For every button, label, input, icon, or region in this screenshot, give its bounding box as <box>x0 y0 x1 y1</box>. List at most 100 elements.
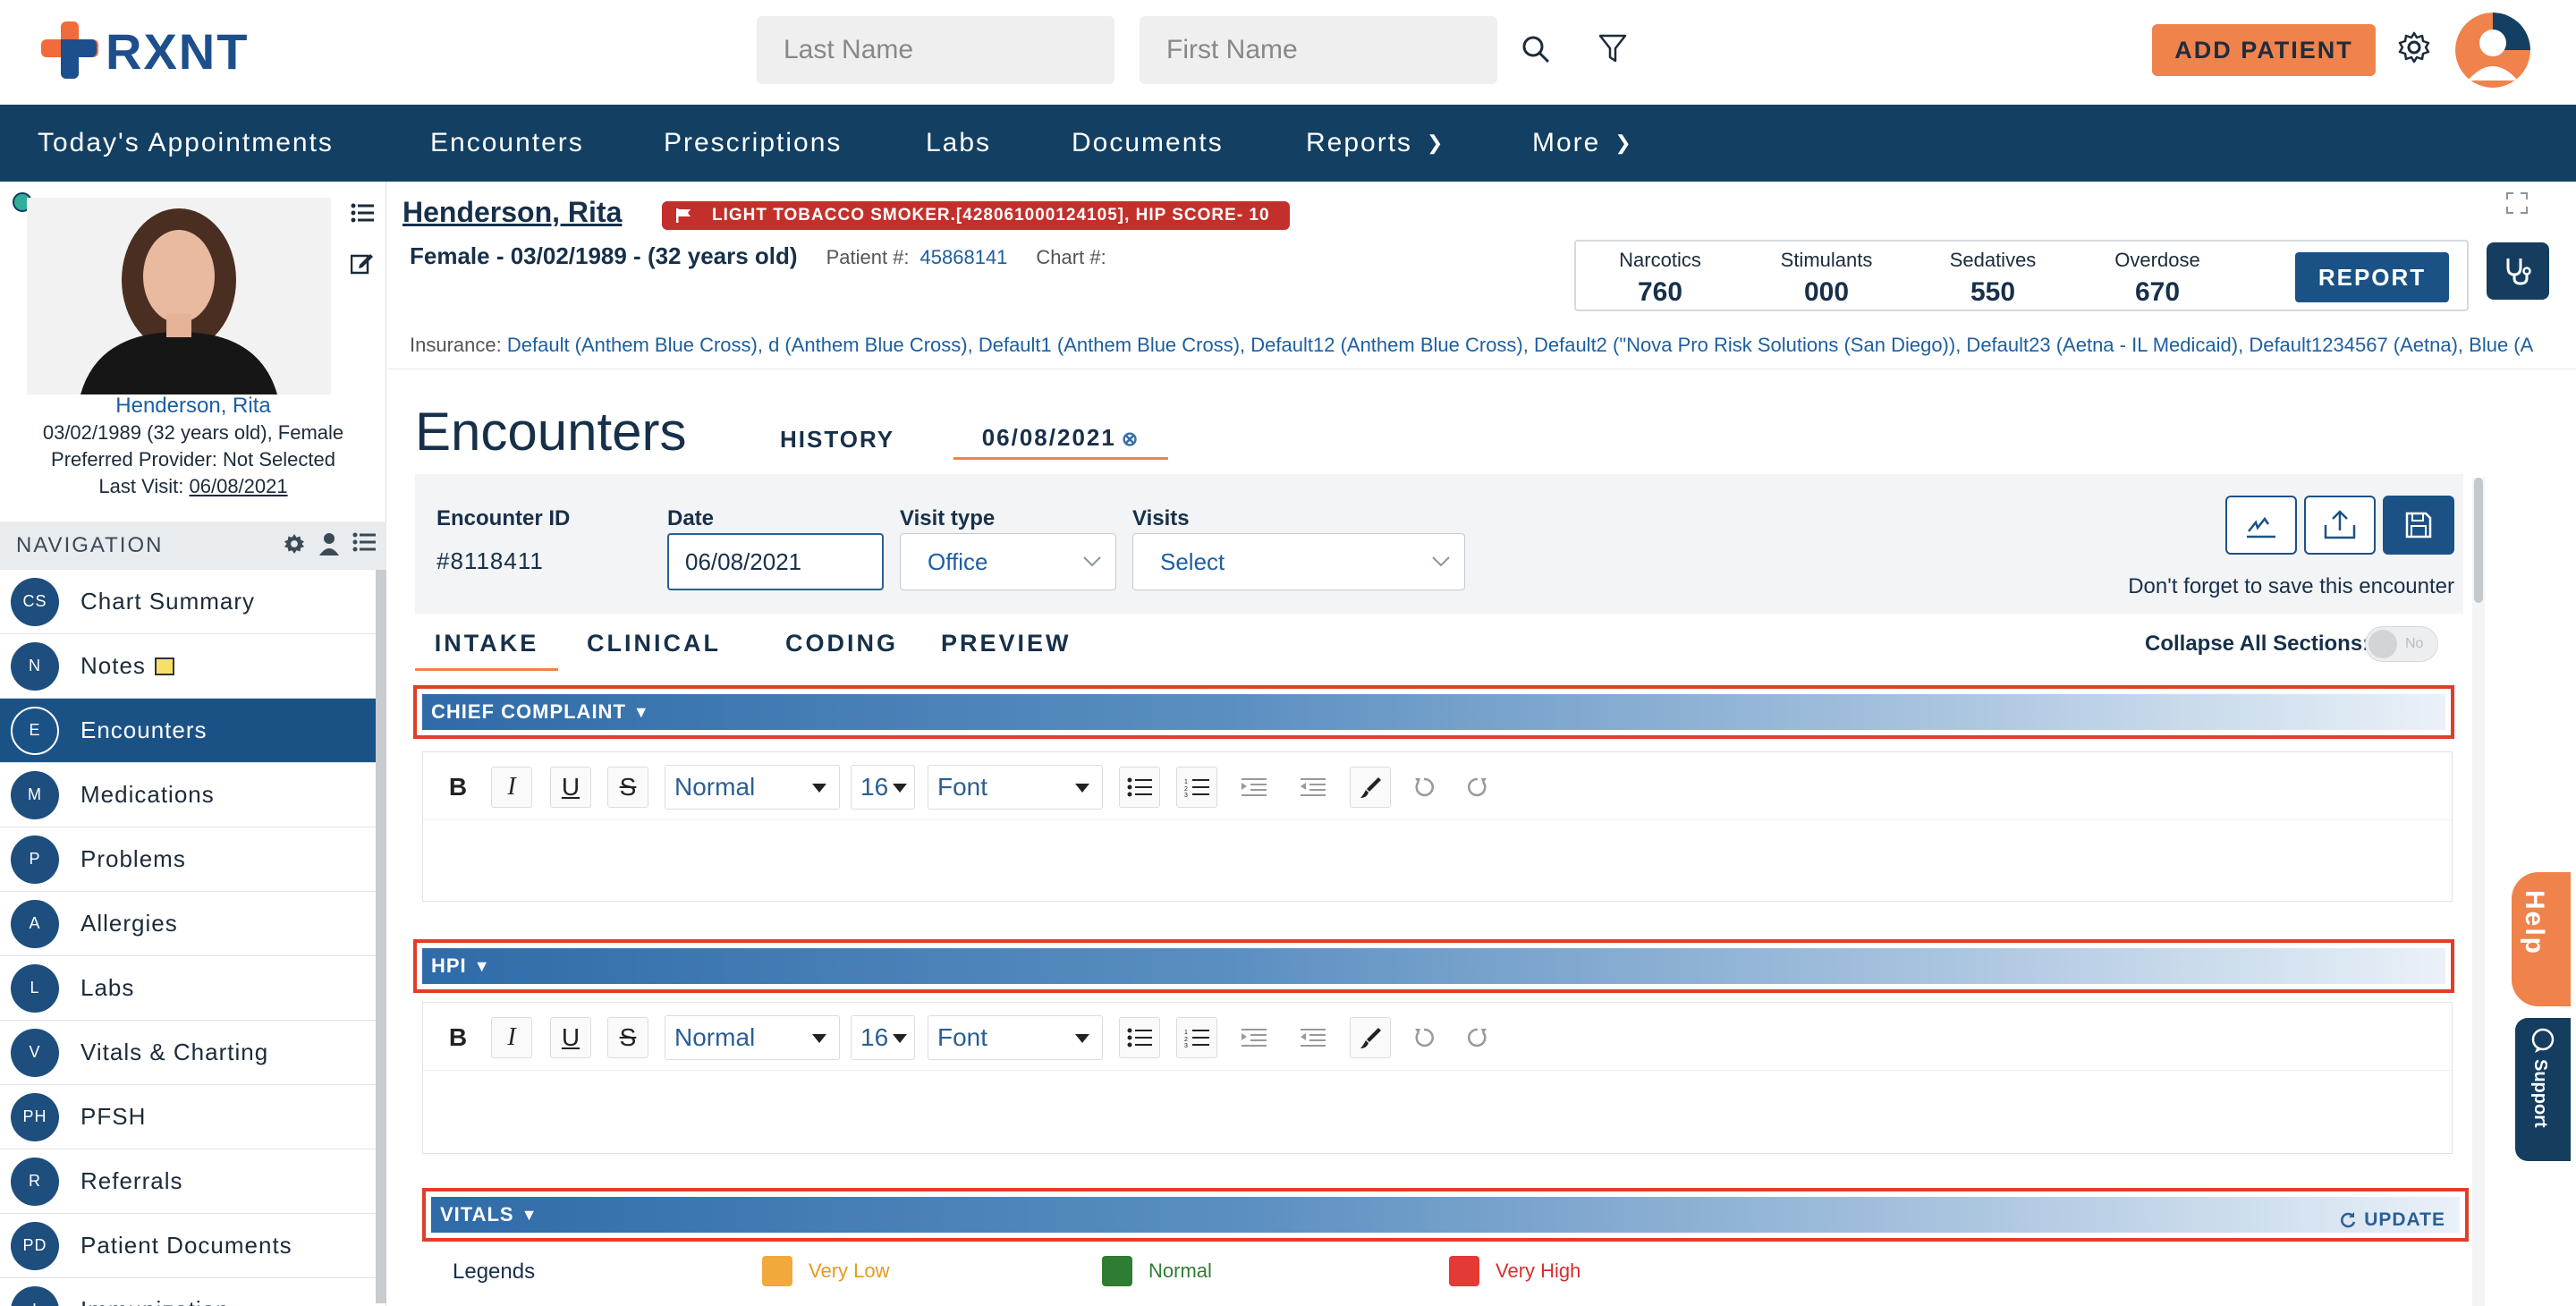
bullet-list-icon[interactable] <box>1119 1017 1160 1058</box>
nav-reports[interactable]: Reports ❯ <box>1306 128 1445 158</box>
strikethrough-button[interactable]: S <box>607 1017 648 1058</box>
brush-icon[interactable] <box>1350 767 1391 808</box>
visit-type-value: Office <box>928 547 988 575</box>
side-nav-pfsh[interactable]: PH PFSH <box>0 1085 376 1149</box>
indent-icon[interactable] <box>1233 1017 1275 1058</box>
last-visit-link[interactable]: 06/08/2021 <box>190 475 288 497</box>
nav-todays-appointments[interactable]: Today's Appointments <box>38 128 334 158</box>
nav-labs[interactable]: Labs <box>926 128 991 158</box>
subtab-preview[interactable]: PREVIEW <box>941 630 1072 671</box>
side-nav-chart-summary[interactable]: CS Chart Summary <box>0 570 376 634</box>
strikethrough-button[interactable]: S <box>607 767 648 808</box>
scrollbar-thumb[interactable] <box>2474 478 2483 603</box>
patient-card-name[interactable]: Henderson, Rita <box>0 393 386 420</box>
collapse-all-toggle[interactable]: No <box>2365 626 2438 662</box>
update-label: UPDATE <box>2364 1209 2445 1230</box>
date-input[interactable] <box>667 533 884 590</box>
underline-button[interactable]: U <box>550 1017 591 1058</box>
search-icon[interactable] <box>1513 27 1558 72</box>
alert-badge[interactable]: LIGHT TOBACCO SMOKER.[428061000124105], … <box>662 201 1290 230</box>
nav-prescriptions[interactable]: Prescriptions <box>664 128 842 158</box>
side-nav-labs[interactable]: L Labs <box>0 956 376 1021</box>
nav-documents[interactable]: Documents <box>1072 128 1224 158</box>
gear-icon[interactable] <box>2392 25 2436 70</box>
toggle-state: No <box>2405 636 2424 651</box>
text-style-select[interactable]: Normal <box>665 1015 840 1060</box>
filter-icon[interactable] <box>1590 27 1635 72</box>
add-patient-button[interactable]: ADD PATIENT <box>2152 24 2376 76</box>
save-button[interactable] <box>2383 496 2454 555</box>
bullet-list-icon[interactable] <box>1119 767 1160 808</box>
subtab-coding[interactable]: CODING <box>785 630 898 671</box>
bold-button[interactable]: B <box>437 767 479 808</box>
support-widget[interactable]: Support <box>2515 1018 2571 1161</box>
side-nav-referrals[interactable]: R Referrals <box>0 1149 376 1214</box>
expand-icon[interactable] <box>2504 191 2529 216</box>
help-widget[interactable]: Help <box>2512 872 2571 1006</box>
sign-button[interactable] <box>2225 496 2297 555</box>
legend-normal: Normal <box>1102 1256 1212 1286</box>
sidebar-scrollbar[interactable] <box>376 570 386 1303</box>
update-vitals-button[interactable]: UPDATE <box>2339 1209 2445 1231</box>
legend-label: Normal <box>1148 1259 1212 1282</box>
brush-icon[interactable] <box>1350 1017 1391 1058</box>
italic-button[interactable]: I <box>491 767 532 808</box>
redo-icon[interactable] <box>1457 1017 1498 1058</box>
person-icon[interactable] <box>318 532 340 562</box>
side-nav-encounters[interactable]: E Encounters <box>0 699 376 763</box>
undo-icon[interactable] <box>1403 1017 1445 1058</box>
list-icon[interactable] <box>347 198 377 228</box>
chief-complaint-text-area[interactable] <box>423 820 2452 901</box>
outdent-icon[interactable] <box>1292 767 1334 808</box>
side-nav-allergies[interactable]: A Allergies <box>0 892 376 956</box>
visit-type-select[interactable]: Office <box>900 533 1116 590</box>
editor-toolbar: B I U S Normal 16 Font 123 <box>423 752 2452 820</box>
hpi-text-area[interactable] <box>423 1071 2452 1153</box>
font-family-select[interactable]: Font <box>928 765 1103 810</box>
nav-encounters[interactable]: Encounters <box>430 128 584 158</box>
settings-icon[interactable] <box>283 532 306 562</box>
first-name-input[interactable] <box>1140 16 1497 84</box>
patient-name-link[interactable]: Henderson, Rita <box>402 196 622 229</box>
subtab-clinical[interactable]: CLINICAL <box>587 630 721 671</box>
content-scrollbar[interactable] <box>2472 478 2485 1306</box>
indent-icon[interactable] <box>1233 767 1275 808</box>
side-nav-notes[interactable]: N Notes <box>0 634 376 699</box>
close-tab-icon[interactable]: ⊗ <box>1122 428 1140 450</box>
outdent-icon[interactable] <box>1292 1017 1334 1058</box>
edit-icon[interactable] <box>347 248 377 278</box>
insurance-value[interactable]: Default (Anthem Blue Cross), d (Anthem B… <box>507 334 2533 356</box>
text-style-select[interactable]: Normal <box>665 765 840 810</box>
font-family-select[interactable]: Font <box>928 1015 1103 1060</box>
refresh-icon <box>2341 1212 2356 1228</box>
undo-icon[interactable] <box>1403 767 1445 808</box>
vitals-header[interactable]: VITALS ▼ UPDATE <box>422 1188 2469 1242</box>
tab-history[interactable]: HISTORY <box>780 426 894 454</box>
italic-button[interactable]: I <box>491 1017 532 1058</box>
redo-icon[interactable] <box>1457 767 1498 808</box>
chief-complaint-header[interactable]: CHIEF COMPLAINT ▼ <box>413 685 2454 739</box>
font-size-select[interactable]: 16 <box>851 765 915 810</box>
last-name-input[interactable] <box>757 16 1114 84</box>
nav-more[interactable]: More ❯ <box>1532 128 1633 158</box>
hpi-header[interactable]: HPI ▼ <box>413 939 2454 993</box>
side-nav-problems[interactable]: P Problems <box>0 827 376 892</box>
user-avatar[interactable] <box>2455 13 2530 88</box>
underline-button[interactable]: U <box>550 767 591 808</box>
subtab-intake[interactable]: INTAKE <box>415 630 558 671</box>
numbered-list-icon[interactable]: 123 <box>1176 1017 1217 1058</box>
side-nav-medications[interactable]: M Medications <box>0 763 376 827</box>
bold-button[interactable]: B <box>437 1017 479 1058</box>
side-nav-vitals-charting[interactable]: V Vitals & Charting <box>0 1021 376 1085</box>
tab-encounter-date[interactable]: 06/08/2021 ⊗ <box>953 420 1168 460</box>
side-nav-patient-documents[interactable]: PD Patient Documents <box>0 1214 376 1278</box>
side-nav-immunization[interactable]: I Immunization <box>0 1278 376 1306</box>
list-icon[interactable] <box>352 532 376 562</box>
visits-select[interactable]: Select <box>1132 533 1465 590</box>
report-button[interactable]: REPORT <box>2295 252 2449 302</box>
font-size-select[interactable]: 16 <box>851 1015 915 1060</box>
numbered-list-icon[interactable]: 123 <box>1176 767 1217 808</box>
export-button[interactable] <box>2304 496 2376 555</box>
rxnt-logo[interactable]: RXNT <box>39 20 249 82</box>
stethoscope-icon[interactable] <box>2487 242 2549 300</box>
